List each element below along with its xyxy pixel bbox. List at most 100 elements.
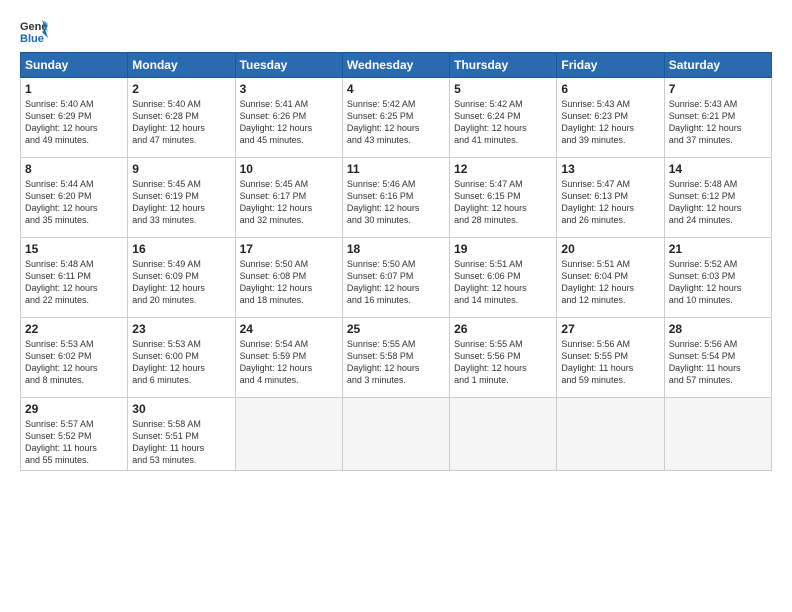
calendar-cell	[664, 398, 771, 471]
calendar-cell: 3 Sunrise: 5:41 AM Sunset: 6:26 PM Daylig…	[235, 78, 342, 158]
day-number: 11	[347, 162, 445, 176]
day-number: 16	[132, 242, 230, 256]
cell-info: Sunrise: 5:42 AM Sunset: 6:25 PM Dayligh…	[347, 98, 445, 147]
cell-info: Sunrise: 5:53 AM Sunset: 6:00 PM Dayligh…	[132, 338, 230, 387]
day-number: 3	[240, 82, 338, 96]
calendar-cell	[557, 398, 664, 471]
day-number: 7	[669, 82, 767, 96]
calendar-cell: 9 Sunrise: 5:45 AM Sunset: 6:19 PM Daylig…	[128, 158, 235, 238]
cell-info: Sunrise: 5:42 AM Sunset: 6:24 PM Dayligh…	[454, 98, 552, 147]
calendar-cell: 8 Sunrise: 5:44 AM Sunset: 6:20 PM Daylig…	[21, 158, 128, 238]
cell-info: Sunrise: 5:54 AM Sunset: 5:59 PM Dayligh…	[240, 338, 338, 387]
calendar-cell: 17 Sunrise: 5:50 AM Sunset: 6:08 PM Dayli…	[235, 238, 342, 318]
day-number: 18	[347, 242, 445, 256]
calendar-cell: 24 Sunrise: 5:54 AM Sunset: 5:59 PM Dayli…	[235, 318, 342, 398]
col-header-saturday: Saturday	[664, 53, 771, 78]
calendar-cell: 28 Sunrise: 5:56 AM Sunset: 5:54 PM Dayli…	[664, 318, 771, 398]
calendar-cell: 11 Sunrise: 5:46 AM Sunset: 6:16 PM Dayli…	[342, 158, 449, 238]
day-number: 5	[454, 82, 552, 96]
cell-info: Sunrise: 5:51 AM Sunset: 6:04 PM Dayligh…	[561, 258, 659, 307]
cell-info: Sunrise: 5:48 AM Sunset: 6:11 PM Dayligh…	[25, 258, 123, 307]
day-number: 26	[454, 322, 552, 336]
day-number: 13	[561, 162, 659, 176]
day-number: 27	[561, 322, 659, 336]
day-number: 23	[132, 322, 230, 336]
calendar-cell	[342, 398, 449, 471]
day-number: 20	[561, 242, 659, 256]
day-number: 21	[669, 242, 767, 256]
calendar-week-row: 15 Sunrise: 5:48 AM Sunset: 6:11 PM Dayli…	[21, 238, 772, 318]
calendar-cell: 6 Sunrise: 5:43 AM Sunset: 6:23 PM Daylig…	[557, 78, 664, 158]
calendar-cell: 14 Sunrise: 5:48 AM Sunset: 6:12 PM Dayli…	[664, 158, 771, 238]
cell-info: Sunrise: 5:43 AM Sunset: 6:23 PM Dayligh…	[561, 98, 659, 147]
calendar-week-row: 8 Sunrise: 5:44 AM Sunset: 6:20 PM Daylig…	[21, 158, 772, 238]
calendar-table: SundayMondayTuesdayWednesdayThursdayFrid…	[20, 52, 772, 471]
cell-info: Sunrise: 5:45 AM Sunset: 6:17 PM Dayligh…	[240, 178, 338, 227]
header: General Blue	[20, 16, 772, 44]
calendar-cell: 15 Sunrise: 5:48 AM Sunset: 6:11 PM Dayli…	[21, 238, 128, 318]
calendar-cell: 25Sunrise: 5:55 AM Sunset: 5:58 PM Dayli…	[342, 318, 449, 398]
cell-info: Sunrise: 5:47 AM Sunset: 6:13 PM Dayligh…	[561, 178, 659, 227]
calendar-cell: 4 Sunrise: 5:42 AM Sunset: 6:25 PM Daylig…	[342, 78, 449, 158]
day-number: 28	[669, 322, 767, 336]
calendar-week-row: 1 Sunrise: 5:40 AM Sunset: 6:29 PM Daylig…	[21, 78, 772, 158]
cell-info: Sunrise: 5:40 AM Sunset: 6:28 PM Dayligh…	[132, 98, 230, 147]
day-number: 10	[240, 162, 338, 176]
day-number: 9	[132, 162, 230, 176]
calendar-week-row: 22Sunrise: 5:53 AM Sunset: 6:02 PM Dayli…	[21, 318, 772, 398]
cell-info: Sunrise: 5:45 AM Sunset: 6:19 PM Dayligh…	[132, 178, 230, 227]
calendar-cell: 18 Sunrise: 5:50 AM Sunset: 6:07 PM Dayli…	[342, 238, 449, 318]
calendar-cell	[450, 398, 557, 471]
cell-info: Sunrise: 5:50 AM Sunset: 6:08 PM Dayligh…	[240, 258, 338, 307]
calendar-cell: 30 Sunrise: 5:58 AM Sunset: 5:51 PM Dayli…	[128, 398, 235, 471]
calendar-cell: 7 Sunrise: 5:43 AM Sunset: 6:21 PM Daylig…	[664, 78, 771, 158]
col-header-friday: Friday	[557, 53, 664, 78]
day-number: 1	[25, 82, 123, 96]
calendar-header-row: SundayMondayTuesdayWednesdayThursdayFrid…	[21, 53, 772, 78]
cell-info: Sunrise: 5:56 AM Sunset: 5:54 PM Dayligh…	[669, 338, 767, 387]
cell-info: Sunrise: 5:49 AM Sunset: 6:09 PM Dayligh…	[132, 258, 230, 307]
logo-icon: General Blue	[20, 16, 48, 44]
calendar-cell: 21Sunrise: 5:52 AM Sunset: 6:03 PM Dayli…	[664, 238, 771, 318]
calendar-cell: 27Sunrise: 5:56 AM Sunset: 5:55 PM Dayli…	[557, 318, 664, 398]
day-number: 19	[454, 242, 552, 256]
svg-text:Blue: Blue	[20, 33, 44, 44]
calendar-cell: 29 Sunrise: 5:57 AM Sunset: 5:52 PM Dayli…	[21, 398, 128, 471]
col-header-thursday: Thursday	[450, 53, 557, 78]
day-number: 4	[347, 82, 445, 96]
col-header-wednesday: Wednesday	[342, 53, 449, 78]
calendar-cell: 13 Sunrise: 5:47 AM Sunset: 6:13 PM Dayli…	[557, 158, 664, 238]
day-number: 8	[25, 162, 123, 176]
calendar-cell: 2 Sunrise: 5:40 AM Sunset: 6:28 PM Daylig…	[128, 78, 235, 158]
day-number: 15	[25, 242, 123, 256]
col-header-tuesday: Tuesday	[235, 53, 342, 78]
day-number: 14	[669, 162, 767, 176]
day-number: 29	[25, 402, 123, 416]
cell-info: Sunrise: 5:51 AM Sunset: 6:06 PM Dayligh…	[454, 258, 552, 307]
calendar-week-row: 29 Sunrise: 5:57 AM Sunset: 5:52 PM Dayli…	[21, 398, 772, 471]
calendar-cell: 26 Sunrise: 5:55 AM Sunset: 5:56 PM Dayli…	[450, 318, 557, 398]
cell-info: Sunrise: 5:58 AM Sunset: 5:51 PM Dayligh…	[132, 418, 230, 467]
cell-info: Sunrise: 5:41 AM Sunset: 6:26 PM Dayligh…	[240, 98, 338, 147]
cell-info: Sunrise: 5:57 AM Sunset: 5:52 PM Dayligh…	[25, 418, 123, 467]
day-number: 2	[132, 82, 230, 96]
day-number: 6	[561, 82, 659, 96]
day-number: 17	[240, 242, 338, 256]
cell-info: Sunrise: 5:47 AM Sunset: 6:15 PM Dayligh…	[454, 178, 552, 227]
cell-info: Sunrise: 5:40 AM Sunset: 6:29 PM Dayligh…	[25, 98, 123, 147]
cell-info: Sunrise: 5:43 AM Sunset: 6:21 PM Dayligh…	[669, 98, 767, 147]
day-number: 30	[132, 402, 230, 416]
calendar-cell: 22Sunrise: 5:53 AM Sunset: 6:02 PM Dayli…	[21, 318, 128, 398]
cell-info: Sunrise: 5:46 AM Sunset: 6:16 PM Dayligh…	[347, 178, 445, 227]
calendar-cell	[235, 398, 342, 471]
calendar-cell: 23 Sunrise: 5:53 AM Sunset: 6:00 PM Dayli…	[128, 318, 235, 398]
cell-info: Sunrise: 5:44 AM Sunset: 6:20 PM Dayligh…	[25, 178, 123, 227]
cell-info: Sunrise: 5:53 AM Sunset: 6:02 PM Dayligh…	[25, 338, 123, 387]
cell-info: Sunrise: 5:50 AM Sunset: 6:07 PM Dayligh…	[347, 258, 445, 307]
calendar-cell: 1 Sunrise: 5:40 AM Sunset: 6:29 PM Daylig…	[21, 78, 128, 158]
calendar-cell: 5 Sunrise: 5:42 AM Sunset: 6:24 PM Daylig…	[450, 78, 557, 158]
cell-info: Sunrise: 5:55 AM Sunset: 5:56 PM Dayligh…	[454, 338, 552, 387]
day-number: 24	[240, 322, 338, 336]
cell-info: Sunrise: 5:48 AM Sunset: 6:12 PM Dayligh…	[669, 178, 767, 227]
calendar-cell: 16 Sunrise: 5:49 AM Sunset: 6:09 PM Dayli…	[128, 238, 235, 318]
